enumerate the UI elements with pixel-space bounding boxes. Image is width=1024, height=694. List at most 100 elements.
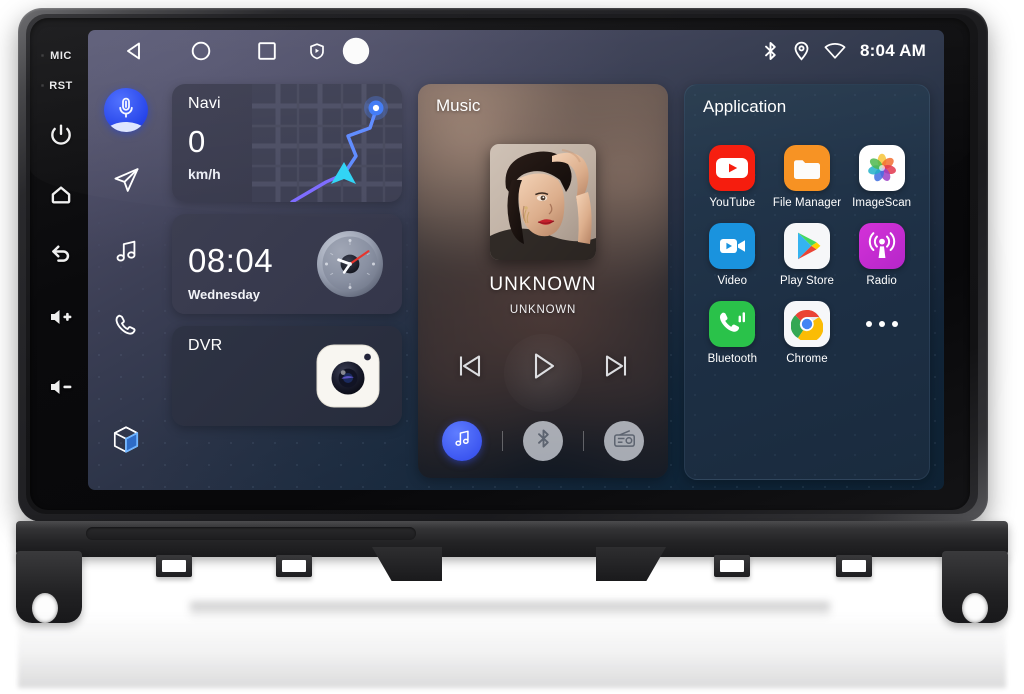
power-button[interactable] (34, 120, 88, 150)
app-item-radio[interactable]: Radio (844, 215, 919, 287)
assistant-dot-button[interactable] (334, 30, 378, 72)
volume-down-button[interactable] (34, 372, 88, 402)
app-item-imagescan[interactable]: ImageScan (844, 137, 919, 209)
left-widget-column: Navi 0 km/h 08:04 Wednesday DVR (172, 84, 402, 426)
status-icons: 8:04 AM (762, 41, 944, 61)
dot (878, 321, 885, 327)
shield-play-icon (309, 42, 325, 60)
folder-icon (783, 145, 830, 191)
app-item-youtube[interactable]: YouTube (695, 137, 770, 209)
radio-icon (613, 428, 636, 454)
filled-circle-icon (341, 36, 371, 66)
source-bluetooth-button[interactable] (523, 421, 563, 461)
triangle-back-icon (123, 39, 147, 63)
sidebar-item-phone[interactable] (100, 302, 152, 354)
album-art[interactable] (490, 144, 596, 260)
sidebar-item-navigation[interactable] (100, 156, 152, 208)
cube-icon (109, 423, 143, 462)
application-panel: Application YouTube File Manager ImageSc… (684, 84, 930, 480)
app-item-video[interactable]: Video (695, 215, 770, 287)
app-item-file-manager[interactable]: File Manager (770, 137, 845, 209)
location-pin-icon (793, 41, 810, 61)
android-home-button[interactable] (168, 30, 234, 72)
app-item-bluetooth[interactable]: Bluetooth (695, 293, 770, 365)
android-recents-button[interactable] (234, 30, 300, 72)
android-back-button[interactable] (102, 30, 168, 72)
music-transport-controls (418, 334, 668, 398)
volume-up-button[interactable] (34, 302, 88, 332)
bracket-clip (836, 555, 872, 577)
home-button[interactable] (34, 180, 88, 210)
screenshot-root: MIC RST 8:04 AM Navi 0 km/h 08:04 Wednes… (0, 0, 1024, 694)
green-phone-icon (709, 301, 756, 347)
bluetooth-icon (535, 428, 552, 454)
bracket-notch-right (596, 547, 666, 581)
photos-pinwheel-icon (858, 145, 905, 191)
app-label: Video (717, 275, 748, 287)
surface-reflection (18, 600, 1006, 688)
bluetooth-icon (762, 41, 779, 61)
app-item-play-store[interactable]: Play Store (770, 215, 845, 287)
app-label: File Manager (772, 197, 842, 209)
app-label: YouTube (709, 197, 756, 209)
youtube-icon (709, 145, 756, 191)
source-radio-button[interactable] (604, 421, 644, 461)
track-title: UNKNOWN (489, 274, 597, 295)
home-icon (48, 182, 74, 208)
back-button[interactable] (34, 238, 88, 268)
app-item-chrome[interactable]: Chrome (770, 293, 845, 365)
source-music-button[interactable] (442, 421, 482, 461)
skip-previous-icon (454, 350, 486, 382)
source-divider (502, 431, 503, 451)
sidebar-item-voice-assistant[interactable] (100, 84, 152, 136)
play-store-icon (783, 223, 830, 269)
volume-down-icon (47, 375, 75, 399)
screen-record-button[interactable] (300, 30, 334, 72)
phone-handset-icon (112, 311, 141, 345)
dvr-card-title: DVR (188, 337, 223, 354)
bracket-clip (714, 555, 750, 577)
clock-card[interactable]: 08:04 Wednesday (172, 214, 402, 314)
video-camera-icon (709, 223, 756, 269)
navi-card[interactable]: Navi 0 km/h (172, 84, 402, 202)
status-clock: 8:04 AM (860, 41, 926, 60)
play-icon (525, 348, 561, 384)
android-nav-buttons (102, 30, 378, 72)
microphone-icon (115, 96, 137, 125)
previous-track-button[interactable] (446, 342, 494, 390)
camera-icon (314, 342, 382, 410)
music-card[interactable]: Music UNKNOWN UNKNOWN (418, 84, 668, 478)
status-bar: 8:04 AM (88, 30, 944, 72)
application-grid: YouTube File Manager ImageScan Video Pla… (695, 137, 919, 365)
next-track-button[interactable] (592, 342, 640, 390)
back-arrow-icon (48, 240, 74, 266)
paper-plane-icon (111, 164, 142, 200)
navi-speed-value: 0 (188, 124, 206, 159)
app-label: Play Store (779, 275, 835, 287)
touchscreen[interactable]: 8:04 AM Navi 0 km/h 08:04 Wednesday DVR … (88, 30, 944, 490)
bracket-notch-left (372, 547, 442, 581)
bracket-clip (276, 555, 312, 577)
music-note-icon (112, 237, 141, 271)
wifi-icon (824, 42, 846, 60)
power-icon (48, 122, 74, 148)
music-note-icon (452, 428, 473, 454)
source-divider (583, 431, 584, 451)
app-item-more[interactable] (844, 293, 919, 365)
music-source-buttons (418, 418, 668, 464)
application-panel-title: Application (703, 97, 787, 116)
app-label: Chrome (786, 353, 828, 365)
sidebar-item-all-apps[interactable] (100, 416, 152, 468)
home-content: Navi 0 km/h 08:04 Wednesday DVR Music UN… (172, 84, 930, 480)
square-recents-icon (255, 39, 279, 63)
mounting-bracket (6, 521, 1018, 623)
play-button[interactable] (519, 342, 567, 390)
bracket-clip (156, 555, 192, 577)
hardware-button-strip: MIC RST (34, 30, 88, 490)
app-label: Radio (866, 275, 897, 287)
sidebar-item-music[interactable] (100, 228, 152, 280)
voice-assistant-button[interactable] (104, 88, 148, 132)
mic-label: MIC (50, 50, 72, 62)
dvr-card[interactable]: DVR (172, 326, 402, 426)
navi-card-title: Navi (188, 95, 221, 112)
